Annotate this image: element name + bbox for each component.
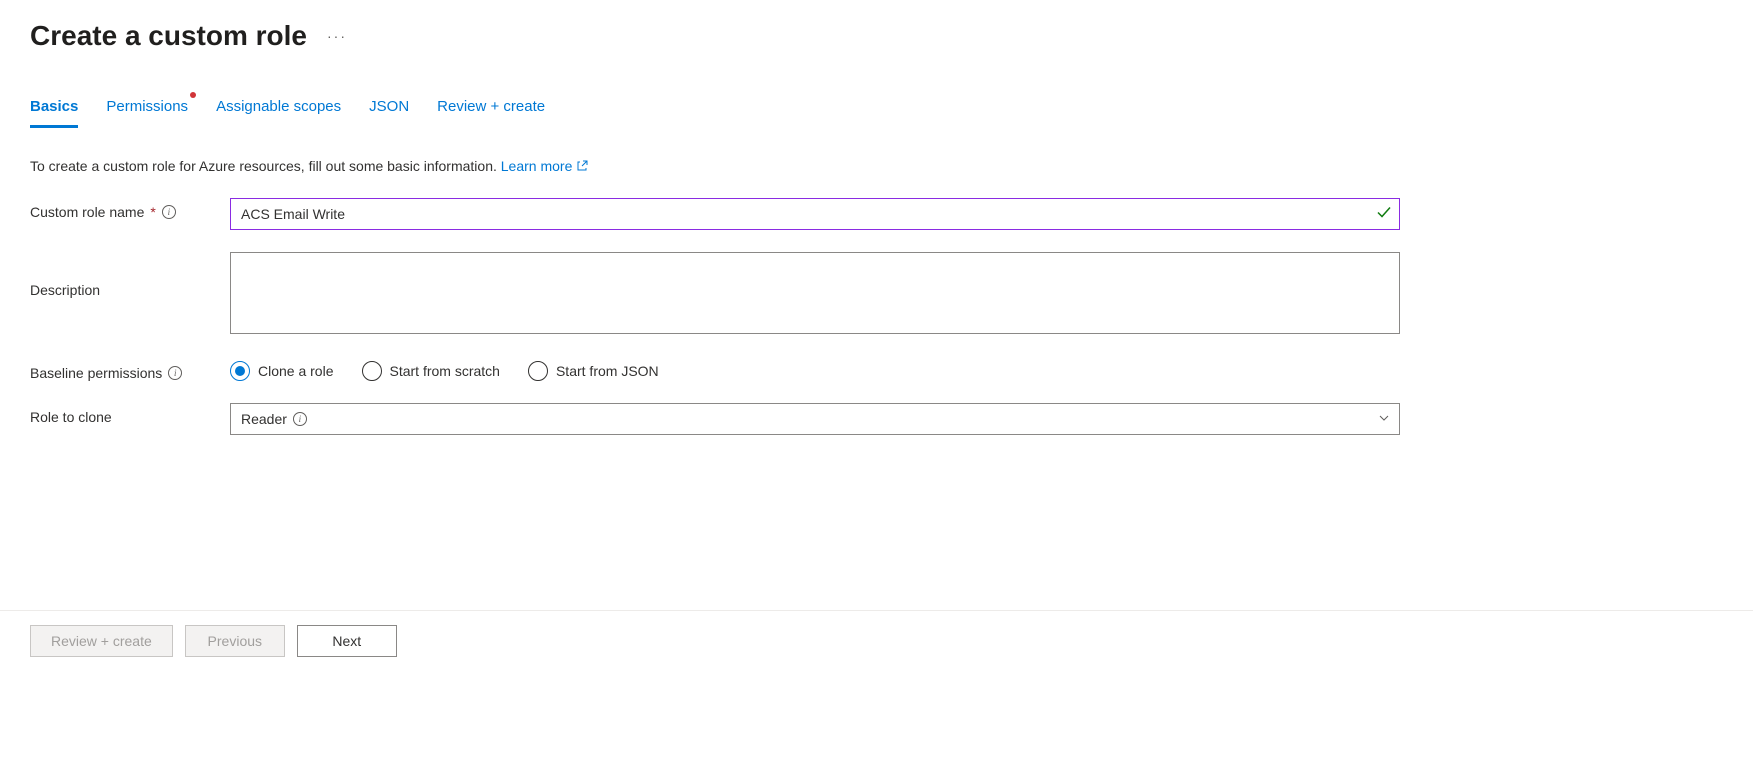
required-asterisk: * xyxy=(150,204,155,220)
info-icon[interactable]: i xyxy=(293,412,307,426)
clone-label-text: Role to clone xyxy=(30,409,112,425)
description-label-text: Description xyxy=(30,282,100,298)
footer-bar: Review + create Previous Next xyxy=(0,610,1753,671)
radio-start-scratch[interactable]: Start from scratch xyxy=(362,361,500,381)
tab-label: Review + create xyxy=(437,98,545,115)
page-header: Create a custom role ··· xyxy=(30,20,1723,52)
tab-basics[interactable]: Basics xyxy=(30,92,78,128)
next-button[interactable]: Next xyxy=(297,625,397,657)
role-to-clone-select[interactable]: Reader i xyxy=(230,403,1400,435)
learn-more-label: Learn more xyxy=(501,158,573,174)
tab-json[interactable]: JSON xyxy=(369,92,409,128)
checkmark-icon xyxy=(1376,205,1392,224)
tab-label: Basics xyxy=(30,98,78,115)
info-icon[interactable]: i xyxy=(168,366,182,380)
tab-label: Permissions xyxy=(106,98,188,115)
previous-button[interactable]: Previous xyxy=(185,625,285,657)
radio-label: Clone a role xyxy=(258,363,334,379)
tab-permissions[interactable]: Permissions xyxy=(106,92,188,128)
tab-assignable-scopes[interactable]: Assignable scopes xyxy=(216,92,341,128)
info-icon[interactable]: i xyxy=(162,205,176,219)
baseline-radio-group: Clone a role Start from scratch Start fr… xyxy=(230,359,1400,381)
radio-icon xyxy=(528,361,548,381)
tab-review-create[interactable]: Review + create xyxy=(437,92,545,128)
name-label-text: Custom role name xyxy=(30,204,144,220)
description-label: Description xyxy=(30,252,230,298)
name-label: Custom role name * i xyxy=(30,198,230,220)
radio-icon xyxy=(230,361,250,381)
radio-label: Start from scratch xyxy=(390,363,500,379)
form-row-clone: Role to clone Reader i xyxy=(30,403,1723,435)
radio-start-json[interactable]: Start from JSON xyxy=(528,361,659,381)
review-create-button[interactable]: Review + create xyxy=(30,625,173,657)
baseline-label-text: Baseline permissions xyxy=(30,365,162,381)
select-value: Reader xyxy=(241,411,287,427)
radio-clone-role[interactable]: Clone a role xyxy=(230,361,334,381)
baseline-label: Baseline permissions i xyxy=(30,359,230,381)
learn-more-link[interactable]: Learn more xyxy=(501,158,588,174)
clone-label: Role to clone xyxy=(30,403,230,425)
form-row-description: Description xyxy=(30,252,1723,337)
description-textarea[interactable] xyxy=(230,252,1400,334)
radio-icon xyxy=(362,361,382,381)
tab-bar: Basics Permissions Assignable scopes JSO… xyxy=(30,92,1723,128)
tab-dot-icon xyxy=(190,92,196,98)
external-link-icon xyxy=(576,158,588,174)
tab-label: Assignable scopes xyxy=(216,98,341,115)
intro-text-content: To create a custom role for Azure resour… xyxy=(30,158,501,174)
page-title: Create a custom role xyxy=(30,20,307,52)
intro-text: To create a custom role for Azure resour… xyxy=(30,158,1723,174)
form-row-name: Custom role name * i xyxy=(30,198,1723,230)
more-icon[interactable]: ··· xyxy=(327,28,347,44)
form-row-baseline: Baseline permissions i Clone a role Star… xyxy=(30,359,1723,381)
radio-label: Start from JSON xyxy=(556,363,659,379)
tab-label: JSON xyxy=(369,98,409,115)
custom-role-name-input[interactable] xyxy=(230,198,1400,230)
